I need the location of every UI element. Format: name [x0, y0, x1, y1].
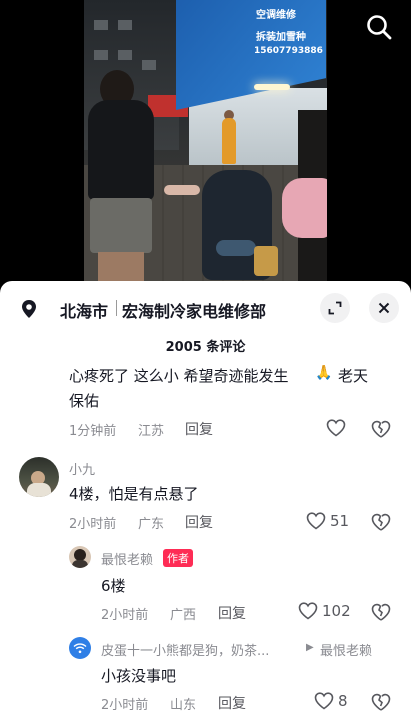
- sign-phone: 15607793886: [254, 46, 323, 56]
- praying-hands-emoji: 🙏: [315, 365, 333, 381]
- wifi-icon: [73, 643, 87, 654]
- sign-line1: 空调维修: [256, 10, 296, 21]
- reply-to-username[interactable]: 最恨老赖: [320, 640, 372, 659]
- figure-on-ground: [164, 185, 200, 195]
- comment-region: 广东: [138, 517, 165, 532]
- author-badge: 作者: [163, 549, 193, 567]
- reply-text: 6楼: [101, 577, 126, 595]
- comment-text: 4楼，怕是有点悬了: [69, 485, 199, 503]
- reply-time: 2小时前: [101, 698, 149, 713]
- like-button[interactable]: 102: [298, 602, 351, 620]
- heart-icon: [314, 692, 334, 710]
- comment-time: 2小时前: [69, 517, 117, 532]
- reply-button[interactable]: 回复: [185, 512, 213, 532]
- expand-icon: [328, 301, 342, 315]
- man-shorts: [90, 198, 152, 253]
- man-torso: [88, 100, 154, 200]
- location-pin-icon: [22, 300, 36, 318]
- close-button[interactable]: [369, 293, 399, 323]
- broken-heart-icon[interactable]: [371, 602, 391, 622]
- reply-button[interactable]: 回复: [218, 603, 246, 623]
- reply-username[interactable]: 最恨老赖: [101, 549, 153, 568]
- ceiling-light: [254, 84, 290, 90]
- reply-button[interactable]: 回复: [185, 419, 213, 439]
- reply-text: 小孩没事吧: [101, 667, 177, 685]
- bystander: [222, 118, 236, 164]
- reply-region: 山东: [170, 698, 197, 713]
- pink-object: [282, 178, 327, 238]
- reply-button[interactable]: 回复: [218, 693, 246, 713]
- comment-text-line2: 保佑: [69, 392, 100, 410]
- reply-region: 广西: [170, 608, 197, 623]
- comment-text-line1-tail: 老天: [338, 367, 369, 385]
- avatar[interactable]: [69, 637, 91, 659]
- expand-button[interactable]: [320, 293, 350, 323]
- comment-region: 江苏: [138, 424, 165, 439]
- avatar[interactable]: [19, 457, 59, 497]
- broken-heart-icon[interactable]: [371, 692, 391, 712]
- comment-time: 1分钟前: [69, 424, 117, 439]
- location-shop[interactable]: 宏海制冷家电维修部: [122, 298, 266, 322]
- broken-heart-icon[interactable]: [371, 419, 391, 439]
- location-divider: [116, 300, 117, 316]
- scooter-headlight: [216, 240, 256, 256]
- heart-icon: [326, 419, 346, 437]
- close-icon: [378, 302, 390, 314]
- comment-username[interactable]: 小九: [69, 459, 95, 478]
- comment-sheet: 北海市 宏海制冷家电维修部 2005 条评论 心疼死了 这么小 希望奇迹能发生 …: [0, 281, 411, 720]
- video-player[interactable]: 空调维修 拆装加雪种 15607793886: [0, 0, 411, 290]
- like-button[interactable]: 8: [314, 692, 348, 710]
- comment-text-line1: 心疼死了 这么小 希望奇迹能发生: [69, 367, 289, 385]
- video-frame: 空调维修 拆装加雪种 15607793886: [84, 0, 327, 290]
- like-count: 8: [338, 692, 348, 710]
- reply-username[interactable]: 皮蛋十一小熊都是狗，奶茶...: [101, 640, 269, 659]
- sign-line2: 拆装加雪种: [256, 32, 306, 43]
- like-count: 51: [330, 512, 350, 530]
- reply-arrow-icon: ▶: [306, 642, 314, 653]
- broken-heart-icon[interactable]: [371, 512, 391, 532]
- location-city[interactable]: 北海市: [60, 298, 108, 322]
- bag: [254, 246, 278, 276]
- heart-icon: [298, 602, 318, 620]
- like-button[interactable]: 51: [306, 512, 349, 530]
- avatar[interactable]: [69, 546, 91, 568]
- search-button[interactable]: [362, 10, 396, 44]
- comment-count: 2005 条评论: [165, 340, 246, 355]
- like-count: 102: [322, 602, 351, 620]
- reply-time: 2小时前: [101, 608, 149, 623]
- search-icon: [367, 15, 392, 40]
- heart-icon: [306, 512, 326, 530]
- like-button[interactable]: [326, 419, 346, 437]
